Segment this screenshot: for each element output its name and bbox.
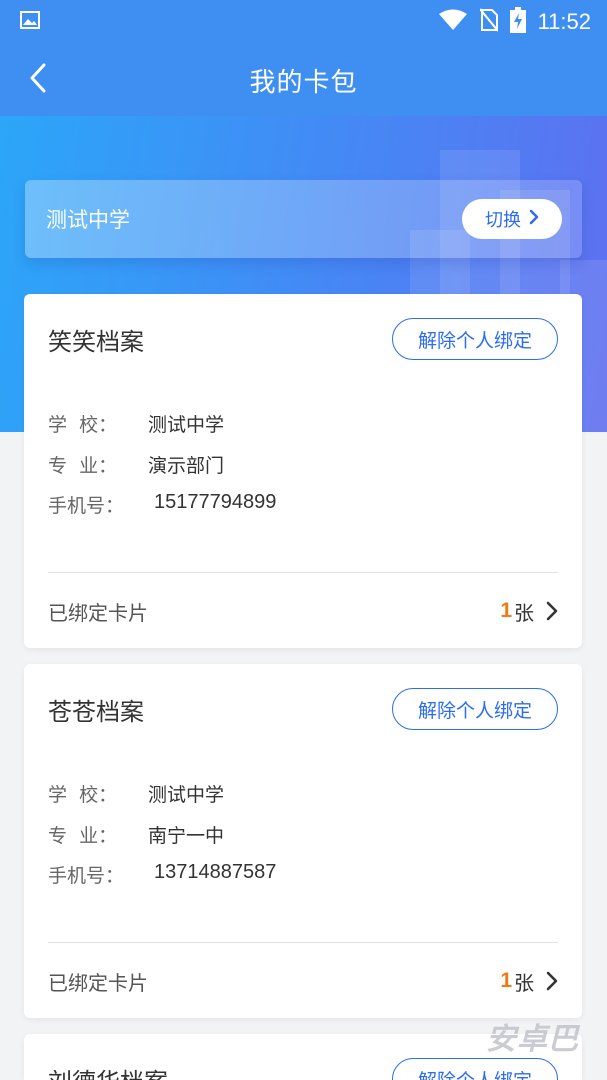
battery-charging-icon (509, 7, 526, 37)
divider (48, 942, 558, 943)
bound-count-number: 1 (500, 599, 512, 622)
wifi-icon (438, 9, 468, 35)
bound-count-unit: 张 (514, 970, 534, 995)
major-row: 专 业： 南宁一中 (48, 821, 224, 848)
phone-row: 手机号： 13714887587 (48, 861, 276, 888)
image-icon (20, 11, 40, 33)
status-bar: 11:52 (0, 0, 607, 44)
unbind-button[interactable]: 解除个人绑定 (392, 318, 558, 360)
bound-cards-label: 已绑定卡片 (48, 970, 148, 995)
bound-cards-count: 1 张 (500, 597, 558, 626)
archive-title: 刘德华档案 (48, 1062, 168, 1080)
page-title: 我的卡包 (249, 67, 358, 98)
archive-title: 笑笑档案 (48, 328, 144, 356)
school-label: 学 校： (48, 784, 118, 806)
switch-label: 切换 (485, 210, 521, 231)
major-value: 演示部门 (148, 455, 225, 477)
bound-count-unit: 张 (514, 600, 534, 625)
archive-card: 笑笑档案 解除个人绑定 学 校： 测试中学 专 业： 演示部门 手机号： 151… (24, 294, 582, 648)
school-row: 学 校： 测试中学 (48, 780, 224, 807)
chevron-right-icon (529, 209, 539, 230)
chevron-right-icon (546, 601, 558, 621)
phone-row: 手机号： 15177794899 (48, 491, 276, 518)
switch-school-button[interactable]: 切换 (462, 199, 562, 239)
back-button[interactable] (18, 62, 58, 98)
major-label: 专 业： (48, 455, 118, 477)
bound-cards-row[interactable]: 已绑定卡片 1 张 (48, 574, 558, 648)
bound-cards-count: 1 张 (500, 967, 558, 996)
unbind-button[interactable]: 解除个人绑定 (392, 1058, 558, 1080)
phone-label: 手机号： (48, 495, 125, 517)
archive-card: 苍苍档案 解除个人绑定 学 校： 测试中学 专 业： 南宁一中 手机号： 137… (24, 664, 582, 1018)
major-value: 南宁一中 (148, 825, 225, 847)
major-label: 专 业： (48, 825, 118, 847)
divider (48, 572, 558, 573)
school-selector: 测试中学 切换 (25, 180, 582, 258)
status-time: 11:52 (537, 9, 591, 34)
navbar: 我的卡包 (0, 44, 607, 116)
bound-cards-label: 已绑定卡片 (48, 600, 148, 625)
phone-value: 13714887587 (154, 861, 277, 883)
phone-label: 手机号： (48, 865, 125, 887)
major-row: 专 业： 演示部门 (48, 451, 224, 478)
archive-title: 苍苍档案 (48, 698, 144, 726)
watermark-logo: 安卓巴 (486, 1022, 579, 1057)
back-arrow-icon (28, 62, 48, 98)
no-sim-icon (478, 8, 499, 36)
school-row: 学 校： 测试中学 (48, 410, 224, 437)
bound-cards-row[interactable]: 已绑定卡片 1 张 (48, 944, 558, 1018)
bound-count-number: 1 (500, 969, 512, 992)
current-school-name: 测试中学 (46, 208, 130, 232)
phone-value: 15177794899 (154, 491, 277, 513)
unbind-button[interactable]: 解除个人绑定 (392, 688, 558, 730)
school-value: 测试中学 (148, 784, 225, 806)
school-label: 学 校： (48, 414, 118, 436)
chevron-right-icon (546, 971, 558, 991)
school-value: 测试中学 (148, 414, 225, 436)
